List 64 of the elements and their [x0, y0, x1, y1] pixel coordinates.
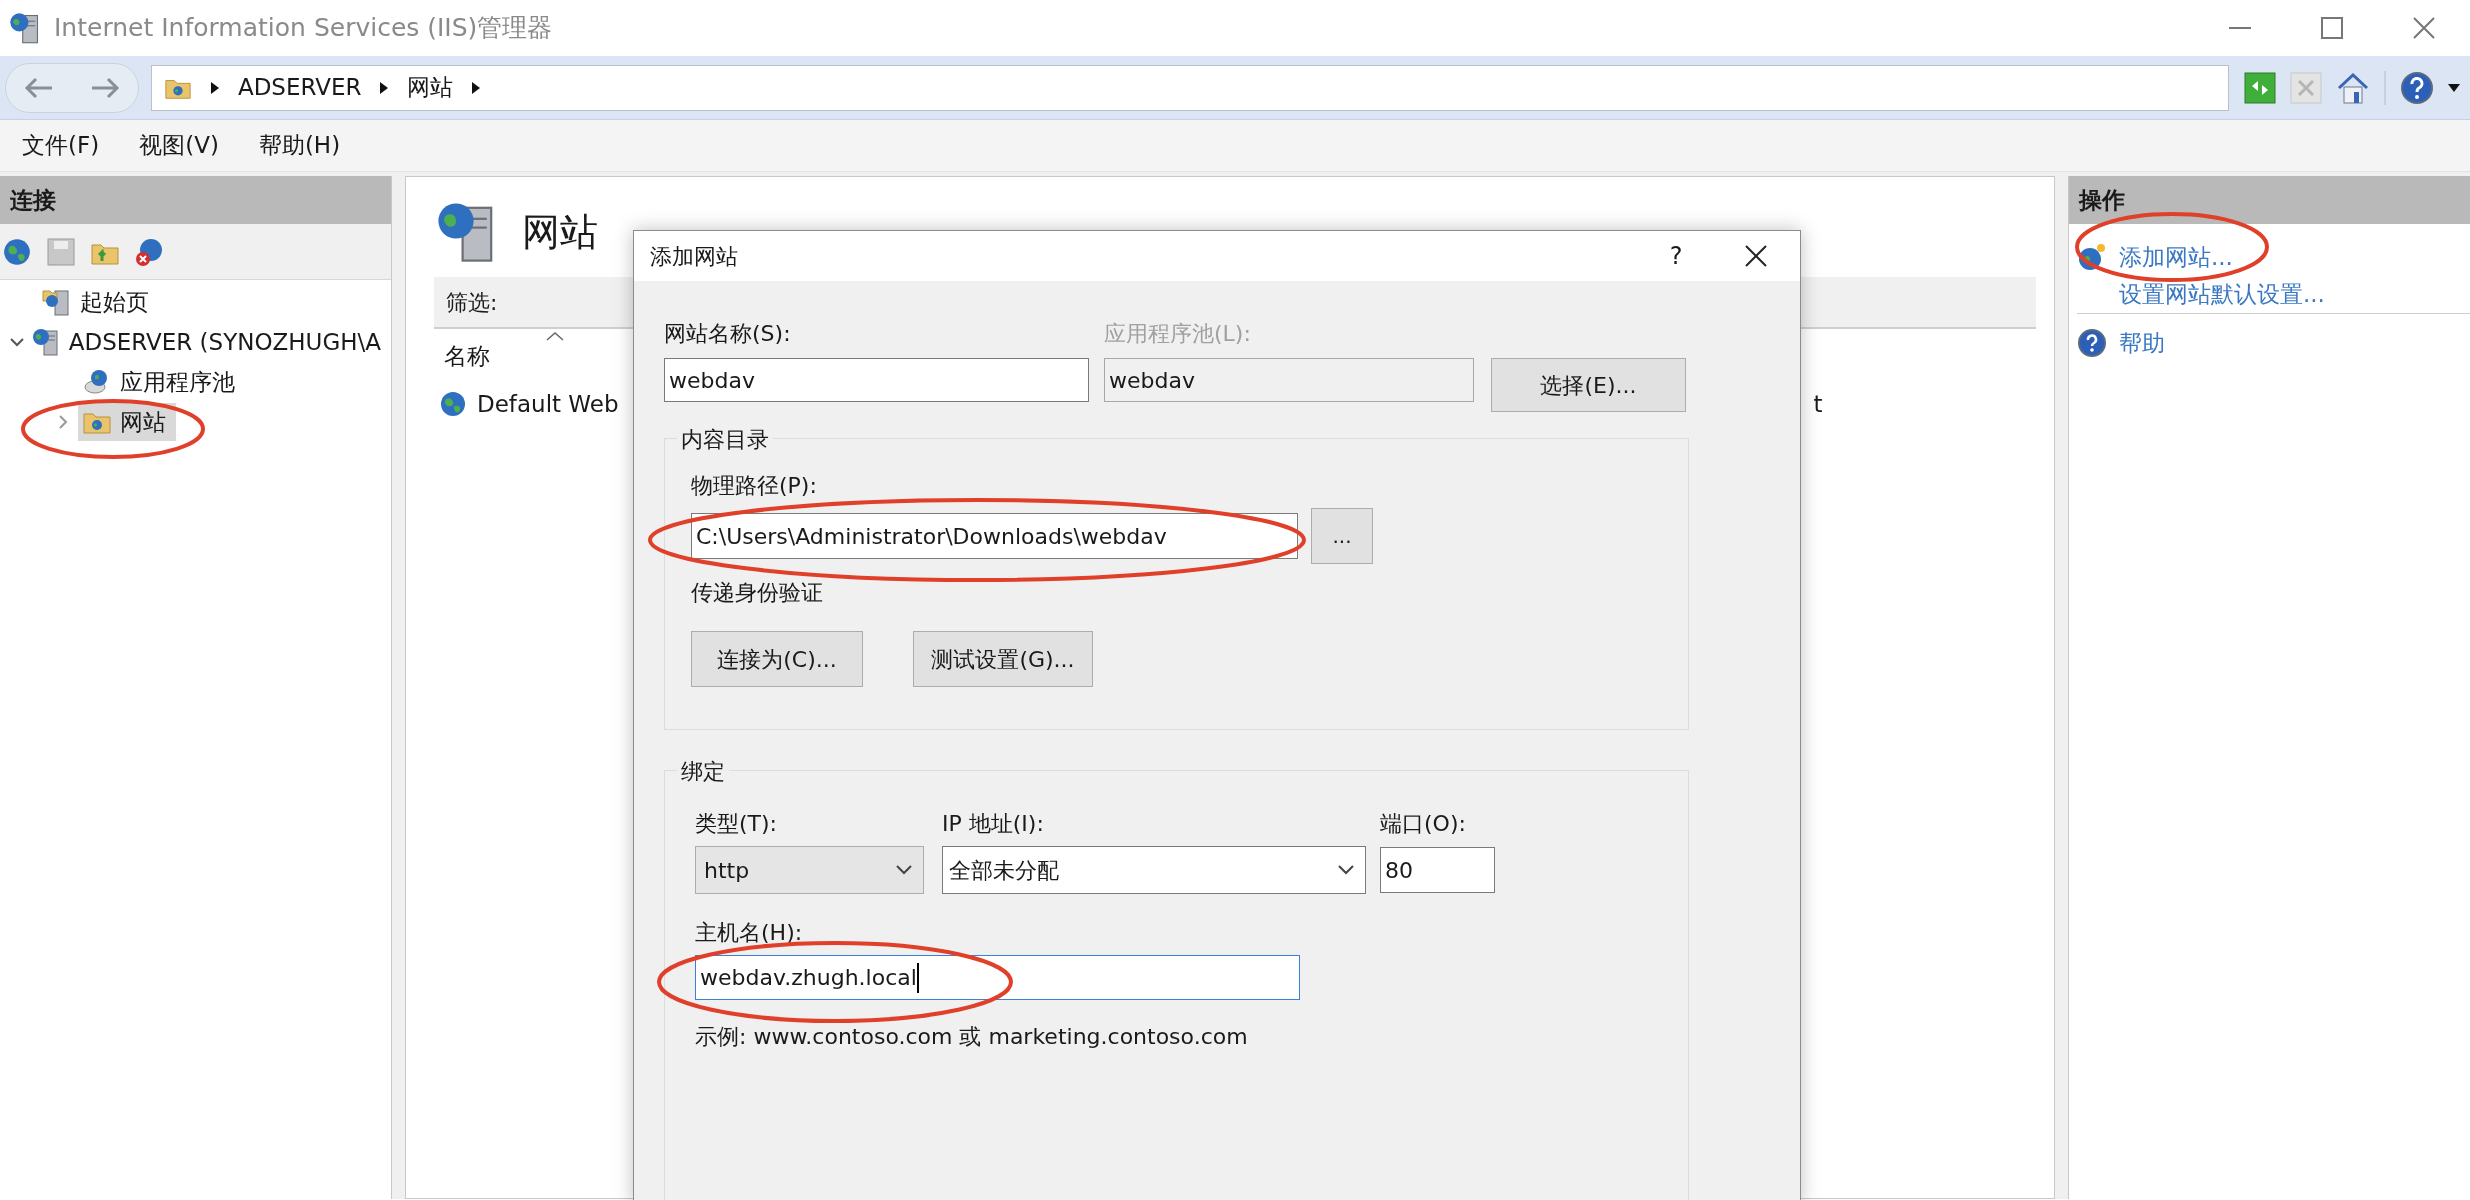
menu-item[interactable]: 帮助(H) — [258, 128, 341, 163]
close-icon — [1745, 245, 1767, 267]
tree-item[interactable]: 网站 — [78, 403, 176, 441]
section-label: 传递身份验证 — [691, 579, 824, 607]
tree-item[interactable]: ADSERVER (SYNOZHUGH\A — [26, 323, 391, 361]
dialog-title: 添加网站 — [650, 242, 738, 271]
site-globe-icon — [439, 390, 467, 418]
text-cursor — [916, 962, 919, 993]
back-arrow-icon[interactable] — [23, 75, 54, 100]
home-icon[interactable] — [2336, 70, 2370, 105]
example-text: 示例: www.contoso.com 或 marketing.contoso.com — [695, 1023, 1249, 1051]
tree-item[interactable]: 起始页 — [38, 283, 159, 321]
globe-star-icon — [2077, 242, 2107, 272]
help-icon[interactable] — [2400, 70, 2434, 105]
breadcrumb-arrow-icon[interactable] — [471, 80, 482, 95]
field-label: 类型(T): — [695, 810, 779, 838]
minimize-icon — [2229, 26, 2251, 30]
table-cell-text: t — [1813, 389, 1823, 419]
column-header[interactable]: 名称 — [444, 339, 490, 374]
menu-item[interactable]: 文件(F) — [22, 128, 100, 163]
breadcrumb-arrow-icon[interactable] — [209, 80, 220, 95]
dropdown-caret-icon[interactable] — [2448, 83, 2460, 92]
field-label: 网站名称(S): — [664, 320, 792, 348]
server-icon — [30, 327, 61, 357]
input-field[interactable]: webdav — [664, 358, 1089, 402]
tree-item[interactable]: 应用程序池 — [78, 363, 245, 401]
host-name-field[interactable]: webdav.zhugh.local — [695, 955, 1300, 1000]
breadcrumb-item[interactable]: 网站 — [407, 70, 454, 105]
field-label: 物理路径(P): — [691, 472, 818, 500]
breadcrumb-item[interactable]: ADSERVER — [237, 70, 362, 105]
address-bar[interactable]: ADSERVER 网站 — [150, 64, 2229, 111]
maximize-icon — [2321, 17, 2343, 39]
field-label: 应用程序池(L): — [1104, 320, 1251, 348]
table-cell-text: Default Web — [477, 389, 619, 419]
action-link[interactable]: 设置网站默认设置... — [2119, 277, 2325, 312]
disconnect-icon[interactable] — [134, 236, 164, 267]
ip-address-dropdown[interactable]: 全部未分配 — [942, 846, 1366, 894]
browse-button[interactable]: ... — [1311, 508, 1373, 564]
input-field[interactable]: C:\Users\Administrator\Downloads\webdav — [691, 513, 1298, 559]
port-field[interactable]: 80 — [1380, 847, 1495, 893]
start-page-icon — [42, 287, 72, 317]
menu-item[interactable]: 视图(V) — [139, 128, 219, 163]
select-button[interactable]: 选择(E)... — [1491, 358, 1686, 412]
action-link[interactable]: 添加网站... — [2119, 239, 2233, 275]
help-button[interactable]: ? — [1646, 231, 1706, 281]
action-link[interactable]: 帮助 — [2119, 325, 2165, 361]
help-icon — [2077, 328, 2107, 358]
close-icon — [2413, 17, 2435, 39]
forward-arrow-icon[interactable] — [89, 75, 120, 100]
connect-globe-icon — [2, 236, 32, 267]
panel-title: 操作 — [2079, 185, 2125, 215]
page-title: 网站 — [522, 208, 598, 256]
refresh-icon[interactable] — [2244, 71, 2276, 104]
panel-title: 连接 — [10, 185, 56, 215]
sort-caret-icon — [546, 331, 564, 341]
field-label: 主机名(H): — [695, 919, 804, 947]
breadcrumb-arrow-icon[interactable] — [379, 80, 390, 95]
field-label: IP 地址(I): — [942, 810, 1045, 838]
type-dropdown[interactable]: http — [695, 846, 924, 894]
filter-label: 筛选: — [446, 288, 498, 317]
field-label: 端口(O): — [1380, 810, 1466, 838]
dialog-button[interactable]: 连接为(C)... — [691, 631, 863, 687]
window-title: Internet Information Services (IIS)管理器 — [54, 12, 553, 45]
dialog-button[interactable]: 测试设置(G)... — [913, 631, 1093, 687]
